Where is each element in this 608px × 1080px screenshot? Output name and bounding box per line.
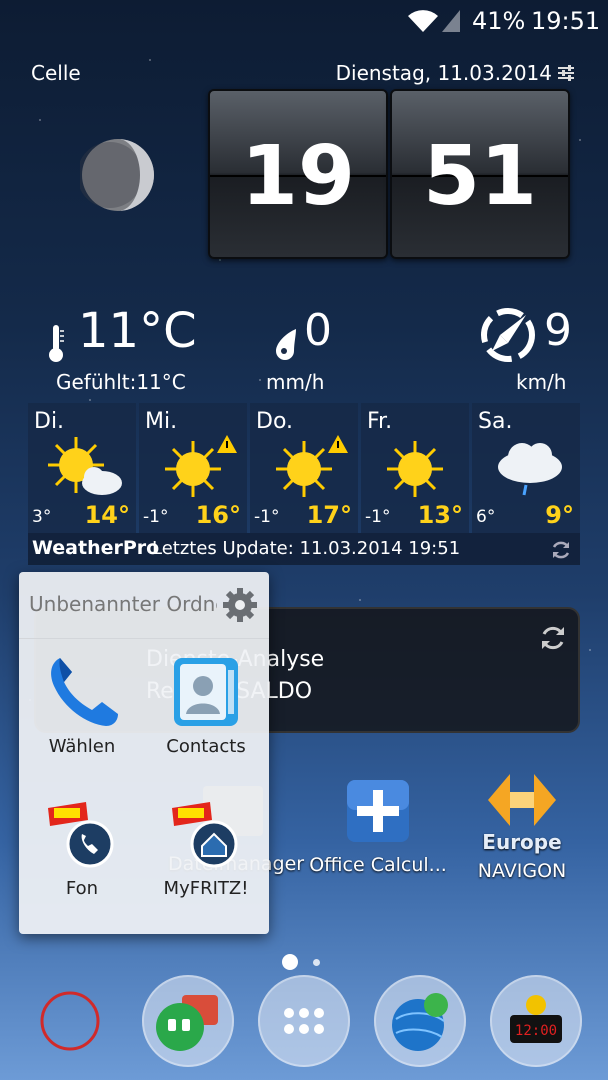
forecast-high: 13° — [417, 501, 463, 529]
wifi-icon — [408, 10, 438, 32]
forecast-day[interactable]: Do. -1° 17° — [250, 403, 358, 533]
last-update-label: Letztes Update: 11.03.2014 19:51 — [152, 538, 461, 559]
page-indicator — [0, 954, 608, 974]
digital-clock-icon: 12:00 — [510, 995, 562, 1043]
forecast-day-name: Mi. — [145, 409, 178, 434]
page-dot — [313, 959, 320, 966]
app-office-calculator[interactable]: Office Calcul... — [306, 776, 450, 876]
sun-warning-icon — [276, 435, 348, 497]
app-contacts[interactable]: Contacts — [146, 652, 266, 757]
weather-footer: WeatherPro Letztes Update: 11.03.2014 19… — [28, 533, 580, 565]
forecast-day-name: Di. — [34, 409, 65, 434]
app-sublabel: Europe — [482, 830, 562, 854]
phone-icon — [51, 658, 118, 726]
sun-icon — [387, 441, 443, 497]
battery-percent: 41% — [472, 7, 526, 35]
dock-camera[interactable] — [24, 975, 116, 1067]
app-fon[interactable]: Fon — [22, 794, 142, 899]
sliders-icon[interactable] — [556, 63, 576, 83]
app-label: MyFRITZ! — [163, 878, 249, 899]
hangouts-icon — [156, 995, 218, 1051]
thermometer-icon — [49, 325, 64, 362]
forecast-day-name: Fr. — [367, 409, 393, 434]
forecast-day[interactable]: Sa. 6° 9° — [472, 403, 580, 533]
folder-title[interactable]: Unbenannter Ordner — [29, 592, 217, 616]
forecast-low: 6° — [476, 507, 496, 527]
forecast-high: 14° — [84, 501, 130, 529]
refresh-icon[interactable] — [538, 623, 568, 653]
svg-text:12:00: 12:00 — [515, 1023, 557, 1039]
dock-alarm-clock[interactable]: 12:00 — [490, 975, 582, 1067]
app-label: NAVIGON — [477, 860, 567, 882]
clock-minute: 51 — [422, 129, 538, 224]
temperature-value: 11°C — [78, 303, 197, 359]
globe-icon — [392, 993, 448, 1051]
forecast-day[interactable]: Fr. -1° 13° — [361, 403, 469, 533]
app-waehlen[interactable]: Wählen — [22, 652, 142, 757]
fritz-home-icon — [172, 802, 238, 868]
forecast-day-name: Sa. — [478, 409, 513, 434]
moon-icon — [80, 139, 154, 211]
sun-cloud-icon — [48, 437, 122, 495]
dock-messaging[interactable] — [142, 975, 234, 1067]
feels-like-label: Gefühlt:11°C — [56, 370, 186, 394]
forecast-low: -1° — [254, 507, 280, 527]
forecast-high: 16° — [195, 501, 241, 529]
navigon-logo-icon — [488, 774, 556, 826]
sun-warning-icon — [165, 435, 237, 497]
weatherpro-brand: WeatherPro — [32, 537, 160, 559]
folder-popup[interactable]: Unbenannter Ordner Wählen Contacts Fon M… — [19, 572, 269, 934]
contacts-icon — [174, 658, 238, 726]
forecast-low: 3° — [32, 507, 52, 527]
forecast-high: 17° — [306, 501, 352, 529]
forecast-day[interactable]: Di. 3° 14° — [28, 403, 136, 533]
app-label: Contacts — [166, 736, 246, 757]
app-navigon[interactable]: Europe NAVIGON — [462, 770, 582, 882]
circle-ring-icon — [40, 991, 100, 1051]
clock-hour: 19 — [240, 129, 356, 224]
wind-speed-unit: km/h — [516, 370, 567, 394]
page-dot-active — [282, 954, 298, 970]
status-clock: 19:51 — [531, 7, 601, 35]
app-label: Fon — [65, 878, 99, 899]
wind-speed-value: 9 — [544, 305, 572, 356]
app-label: Office Calcul... — [309, 854, 447, 876]
raindrop-icon — [276, 329, 296, 360]
forecast-high: 9° — [545, 501, 574, 529]
app-label: Wählen — [48, 736, 116, 757]
precipitation-value: 0 — [304, 305, 332, 356]
signal-icon — [442, 10, 460, 32]
forecast-day[interactable]: Mi. -1° 16° — [139, 403, 247, 533]
status-bar: 41% 19:51 — [0, 0, 608, 44]
precipitation-unit: mm/h — [266, 370, 325, 394]
wind-direction-icon — [481, 308, 535, 362]
city-label: Celle — [31, 61, 81, 85]
forecast-row: Di. 3° 14° Mi. -1° 16° Do. -1° 17° Fr. -… — [28, 403, 580, 533]
weather-widget[interactable]: Celle Dienstag, 11.03.2014 19 51 11°C Ge… — [28, 55, 580, 567]
apps-grid-icon — [284, 1008, 324, 1034]
fritz-fon-icon — [48, 802, 114, 868]
cloud-rain-icon — [498, 443, 562, 496]
clock-minute-card: 51 — [390, 89, 570, 259]
refresh-icon[interactable] — [550, 539, 572, 561]
forecast-day-name: Do. — [256, 409, 294, 434]
calculator-plus-icon — [347, 780, 409, 842]
dock-browser[interactable] — [374, 975, 466, 1067]
clock-hour-card: 19 — [208, 89, 388, 259]
app-myfritz[interactable]: MyFRITZ! — [146, 794, 266, 899]
forecast-low: -1° — [143, 507, 169, 527]
date-label: Dienstag, 11.03.2014 — [335, 61, 552, 85]
dock-app-drawer[interactable] — [258, 975, 350, 1067]
forecast-low: -1° — [365, 507, 391, 527]
gear-icon[interactable] — [221, 586, 259, 624]
